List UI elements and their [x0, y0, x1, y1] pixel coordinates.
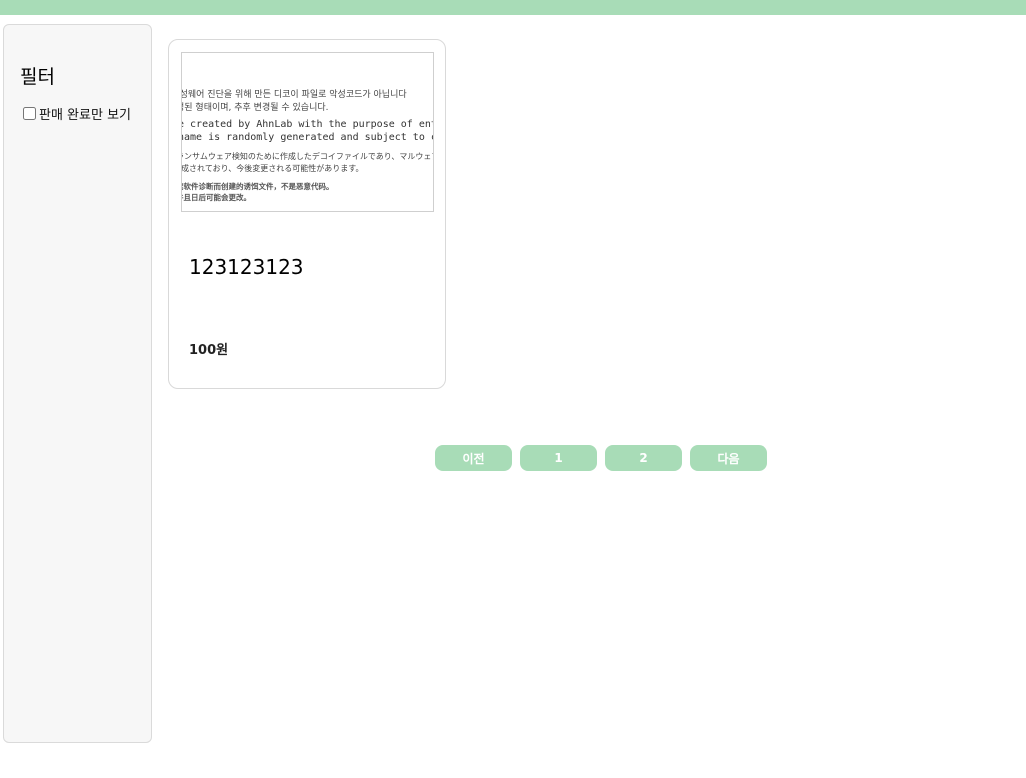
product-name: 123123123: [189, 255, 304, 279]
filter-title: 필터: [20, 66, 55, 88]
thumbnail-text-line: ランサムウェア検知のために作成したデコイファイルであり、マルウェア: [181, 152, 434, 161]
page-1-button[interactable]: 1: [520, 445, 597, 471]
filter-sidebar: 필터 판매 완료만 보기: [3, 24, 152, 743]
top-bar: [0, 0, 1026, 15]
prev-page-button[interactable]: 이전: [435, 445, 512, 471]
sold-out-filter[interactable]: 판매 완료만 보기: [23, 104, 131, 123]
thumbnail-text-line: e created by AhnLab with the purpose of …: [182, 119, 433, 130]
sold-out-filter-label: 판매 완료만 보기: [39, 108, 131, 123]
thumbnail-text-line: !성웨어 진단을 위해 만든 디코이 파일로 악성코드가 아닙니다: [181, 90, 407, 100]
thumbnail-text-line: name is randomly generated and subject t…: [182, 132, 433, 143]
thumbnail-text-line: 索软件诊断而创建的诱饵文件，不是恶意代码。: [181, 182, 334, 191]
pagination: 이전 1 2 다음: [435, 445, 767, 471]
next-page-button[interactable]: 다음: [690, 445, 767, 471]
thumbnail-text-line: 件且日后可能会更改。: [181, 193, 251, 202]
product-thumbnail: !성웨어 진단을 위해 만든 디코이 파일로 악성코드가 아닙니다 성된 형태이…: [181, 52, 434, 212]
page-2-button[interactable]: 2: [605, 445, 682, 471]
product-price: 100원: [189, 343, 229, 358]
thumbnail-text-line: 성된 형태이며, 추후 변경될 수 있습니다.: [181, 103, 329, 113]
sold-out-checkbox[interactable]: [23, 107, 36, 120]
product-card[interactable]: !성웨어 진단을 위해 만든 디코이 파일로 악성코드가 아닙니다 성된 형태이…: [168, 39, 446, 389]
thumbnail-text-line: E成されており、今後変更される可能性があります。: [181, 164, 364, 173]
